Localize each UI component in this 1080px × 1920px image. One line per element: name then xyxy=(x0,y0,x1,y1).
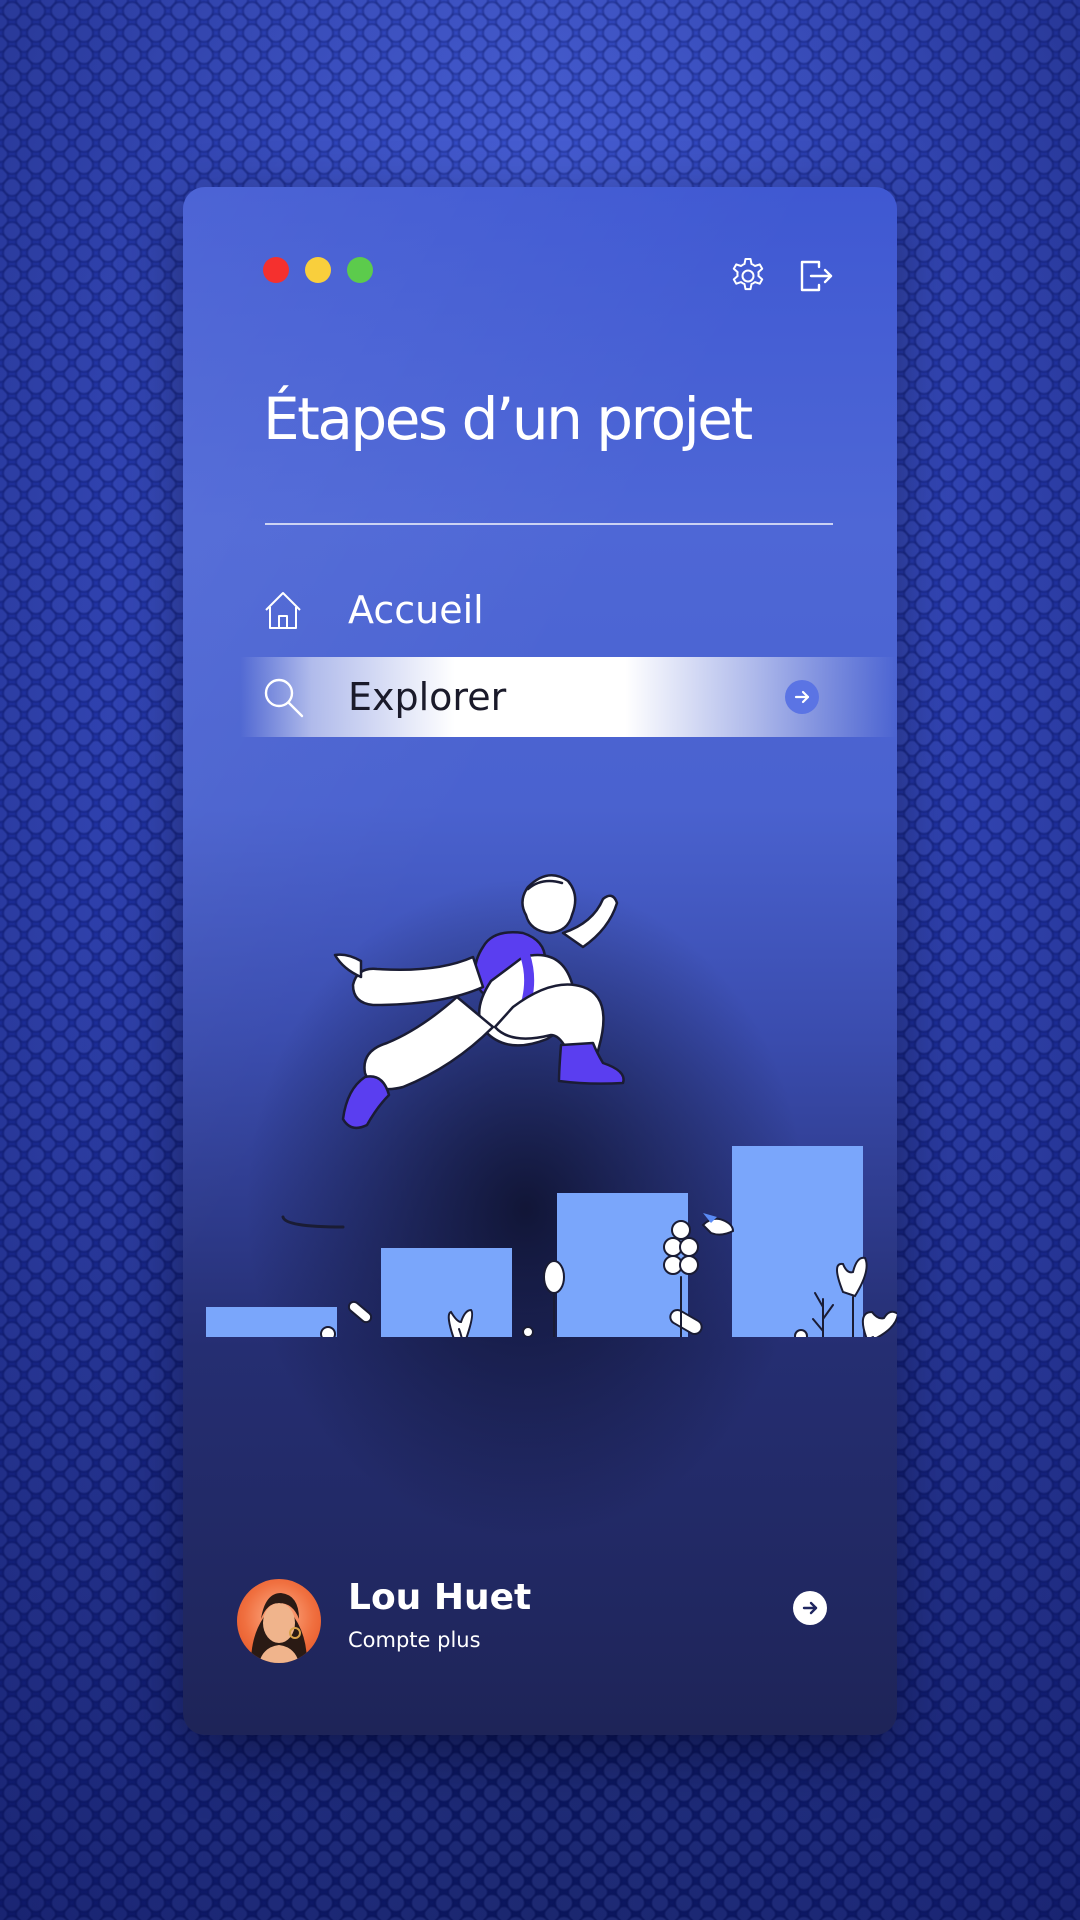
logout-button[interactable] xyxy=(795,255,837,297)
close-window-button[interactable] xyxy=(263,257,289,283)
user-name: Lou Huet xyxy=(348,1577,532,1618)
arrow-right-icon xyxy=(802,1601,818,1615)
nav-label-home: Accueil xyxy=(348,588,484,632)
page-title: Étapes d’un projet xyxy=(263,385,753,453)
avatar xyxy=(237,1579,321,1663)
profile-arrow-button[interactable] xyxy=(793,1591,827,1625)
logout-icon xyxy=(800,260,833,292)
user-profile[interactable]: Lou Huet Compte plus xyxy=(237,1577,837,1667)
minimize-window-button[interactable] xyxy=(305,257,331,283)
nav-label-explore: Explorer xyxy=(348,675,507,719)
search-icon xyxy=(264,678,304,718)
explore-arrow-button[interactable] xyxy=(785,680,819,714)
avatar-portrait xyxy=(251,1593,307,1663)
top-actions xyxy=(727,255,837,297)
project-steps-illustration xyxy=(206,874,897,1337)
nav-item-explore[interactable]: Explorer xyxy=(183,657,897,737)
nav-item-home[interactable]: Accueil xyxy=(183,570,897,650)
maximize-window-button[interactable] xyxy=(347,257,373,283)
title-divider xyxy=(265,523,833,525)
home-icon xyxy=(265,592,301,629)
gear-icon xyxy=(732,258,764,291)
window-controls xyxy=(263,257,373,283)
user-subtitle: Compte plus xyxy=(348,1628,481,1652)
settings-button[interactable] xyxy=(727,255,769,297)
app-card: Étapes d’un projet Accueil Explorer Lou … xyxy=(183,187,897,1735)
arrow-right-icon xyxy=(794,690,810,704)
